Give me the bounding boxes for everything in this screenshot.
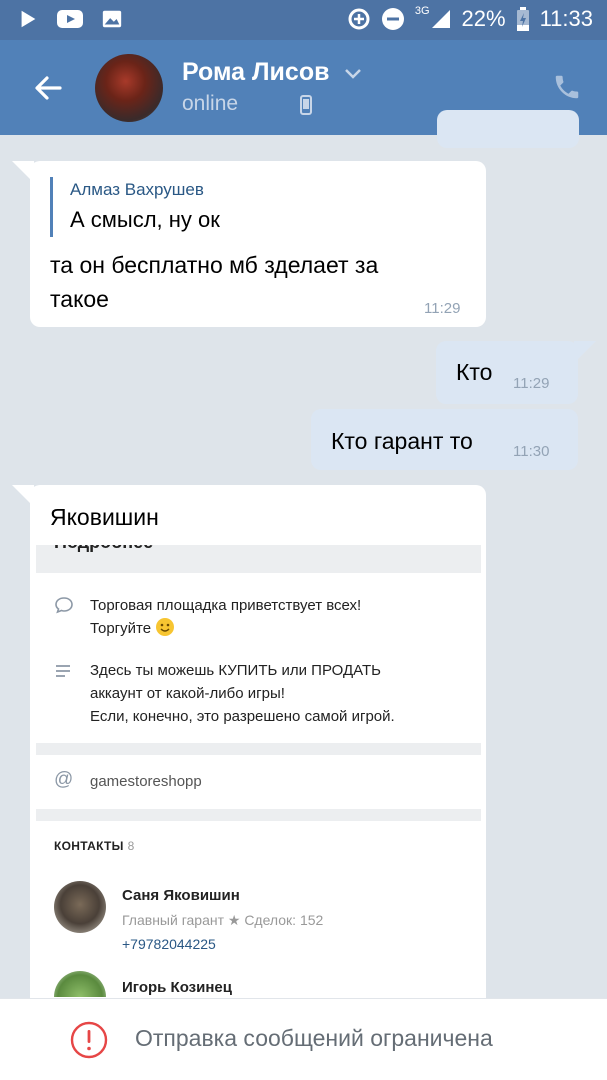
contacts-heading: КОНТАКТЫ 8	[54, 839, 135, 853]
screenshot-text: аккаунт от какой-либо игры!	[90, 685, 285, 702]
contact-avatar	[54, 881, 106, 933]
message-text: Кто гарант то	[331, 428, 473, 454]
clock: 11:33	[539, 6, 593, 31]
back-arrow-icon[interactable]	[30, 70, 66, 106]
at-sign-icon: @	[54, 769, 74, 790]
contact-name: Саня Яковишин	[122, 887, 240, 904]
message-time: 11:29	[424, 300, 461, 317]
message-time: 11:29	[513, 375, 550, 392]
battery-percent: 22%	[461, 6, 506, 31]
warning-icon	[70, 1021, 108, 1059]
message-text: Кто	[456, 359, 493, 385]
divider	[36, 809, 481, 821]
screenshot-section-title: Подробнее	[54, 545, 153, 553]
do-not-disturb-icon	[381, 8, 404, 30]
network-type: 3G	[414, 5, 430, 17]
chevron-down-icon[interactable]	[344, 68, 362, 80]
screenshot-text: Здесь ты можешь КУПИТЬ или ПРОДАТЬ	[90, 662, 381, 679]
phone-call-icon[interactable]	[552, 72, 582, 102]
gallery-icon	[102, 10, 122, 28]
screenshot-text: Торговая площадка приветствует всех!	[90, 597, 362, 614]
reply-quote-bar	[50, 177, 53, 237]
message-text-line: та он бесплатно мб зделает за	[50, 252, 379, 278]
contact-phone: +79782044225	[122, 936, 216, 952]
screenshot-text: Если, конечно, это разрешено самой игрой…	[90, 708, 395, 725]
signal-icon	[431, 10, 450, 28]
contact-role: Главный гарант ★ Сделок: 152	[122, 912, 324, 928]
divider	[36, 743, 481, 755]
bubble-tail	[12, 161, 34, 183]
play-store-icon	[21, 10, 36, 28]
bubble-tail	[574, 341, 596, 363]
restricted-message: Отправка сообщений ограничена	[135, 1025, 493, 1051]
presence-status: online	[182, 92, 239, 115]
attached-screenshot[interactable]: Подробнее Торговая площадка приветствует…	[36, 545, 481, 997]
contact-avatar[interactable]	[95, 54, 163, 122]
screenshot-link: gamestoreshopp	[90, 773, 202, 790]
screenshot-text: Торгуйте	[90, 617, 175, 640]
bubble-tail	[12, 485, 34, 507]
message-time: 11:30	[513, 443, 550, 460]
speech-bubble-icon	[55, 597, 73, 614]
reply-text: А смысл, ну ок	[70, 207, 220, 232]
smiley-emoji-icon	[156, 618, 175, 636]
data-saver-icon	[348, 8, 370, 30]
contact-avatar	[54, 971, 106, 997]
text-lines-icon	[56, 665, 70, 677]
mobile-phone-icon	[300, 95, 312, 115]
status-bar: 3G 22% 11:33	[0, 0, 607, 40]
message-text-line: такое	[50, 286, 109, 312]
youtube-icon	[57, 10, 83, 28]
composer-restricted-bar: Отправка сообщений ограничена	[0, 998, 607, 1080]
contact-name[interactable]: Рома Лисов	[182, 58, 329, 87]
contact-name: Игорь Козинец	[122, 979, 232, 996]
previous-message-peek	[437, 110, 579, 148]
reply-author[interactable]: Алмаз Вахрушев	[70, 180, 204, 200]
message-text: Яковишин	[50, 504, 159, 530]
battery-charging-icon	[516, 7, 529, 31]
